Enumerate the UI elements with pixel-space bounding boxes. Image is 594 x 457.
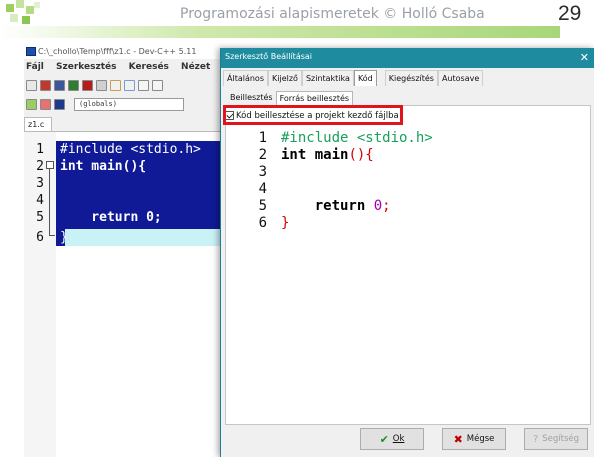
save-icon[interactable] [54, 79, 65, 91]
replace-icon[interactable] [152, 79, 163, 91]
fold-guide [49, 169, 50, 235]
checkmark-icon: ✔ [379, 432, 389, 446]
slide-title: Programozási alapismeretek © Holló Csaba [180, 6, 485, 22]
line-number: 1 [36, 142, 44, 157]
code-line-main: int main(){ [281, 147, 374, 164]
ide-titlebar: C:\_chollo\Temp\fff\z1.c - Dev-C++ 5.11 [24, 44, 224, 59]
redo-icon[interactable] [124, 79, 135, 91]
menu-edit[interactable]: Szerkesztés [56, 62, 116, 72]
line-number: 6 [36, 230, 44, 245]
file-tab-z1c[interactable]: z1.c [24, 117, 52, 131]
ide-menubar: Fájl Szerkesztés Keresés Nézet Pr [24, 60, 224, 75]
insert-icon[interactable] [54, 98, 65, 110]
line-number: 2 [36, 159, 44, 174]
dialog-button-row: ✔ Ok ✖ Mégse ? Segítség [360, 428, 588, 450]
line-number: 3 [36, 176, 44, 191]
ok-button-label: Ok [392, 434, 405, 444]
close-icon[interactable]: ✕ [580, 51, 589, 64]
line-number: 2 [258, 147, 267, 163]
undo-icon[interactable] [110, 79, 121, 91]
close-file-icon[interactable] [82, 79, 93, 91]
tab-syntax[interactable]: Szintaktika [301, 70, 354, 86]
devcpp-app-icon [26, 47, 36, 56]
keyword-return: return [314, 198, 366, 214]
new-class-icon[interactable] [26, 98, 37, 110]
ok-button[interactable]: ✔ Ok [360, 428, 424, 450]
code-line: int main(){ [60, 159, 147, 174]
ide-window: C:\_chollo\Temp\fff\z1.c - Dev-C++ 5.11 … [24, 44, 224, 457]
editor-options-dialog: Szerkesztő Beállításai ✕ Általános Kijel… [220, 48, 594, 457]
find-icon[interactable] [138, 79, 149, 91]
tab-autosave[interactable]: Autosave [437, 70, 484, 86]
help-button-label: Segítség [542, 434, 580, 444]
cancel-button[interactable]: ✖ Mégse [442, 428, 506, 450]
fold-guide-end [49, 235, 55, 236]
cancel-button-label: Mégse [466, 434, 495, 444]
slide-header: Programozási alapismeretek © Holló Csaba… [0, 0, 594, 40]
page-number: 29 [558, 2, 582, 25]
subtab-insert[interactable]: Beillesztés [227, 91, 276, 105]
ide-window-title: C:\_chollo\Temp\fff\z1.c - Dev-C++ 5.11 [38, 47, 197, 56]
header-rule [0, 26, 560, 38]
line-number: 5 [258, 198, 267, 214]
code-line: #include <stdio.h> [60, 142, 201, 157]
code-line-include: #include <stdio.h> [281, 130, 433, 146]
fold-toggle-icon[interactable] [46, 161, 54, 169]
brace-open: (){ [348, 147, 374, 163]
line-number: 4 [258, 181, 267, 197]
dialog-subtabs: Beillesztés Forrás beillesztés [227, 91, 354, 105]
line-number: 3 [258, 164, 267, 180]
help-button[interactable]: ? Segítség [524, 428, 588, 450]
function-name: main [306, 147, 349, 163]
dialog-title: Szerkesztő Beállításai [225, 52, 313, 61]
current-line-highlight [56, 229, 224, 246]
code-line-return: return 0; [281, 198, 391, 215]
open-file-icon[interactable] [40, 79, 51, 91]
tab-general[interactable]: Általános [223, 70, 268, 86]
semicolon: ; [382, 198, 391, 214]
ide-toolbar [24, 77, 224, 93]
tab-display[interactable]: Kijelző [268, 70, 302, 86]
return-value: 0 [373, 198, 383, 214]
ide-code-editor[interactable]: 1 2 3 4 5 6 #include <stdio.h> int main(… [24, 131, 224, 457]
menu-view[interactable]: Nézet [181, 62, 210, 72]
dialog-titlebar: Szerkesztő Beállításai ✕ [221, 48, 594, 68]
line-number: 5 [36, 210, 44, 225]
subtab-default-code[interactable]: Forrás beillesztés [275, 91, 354, 105]
menu-file[interactable]: Fájl [26, 62, 44, 72]
code-line-close-brace: } [281, 215, 290, 231]
print-icon[interactable] [96, 79, 107, 91]
line-number: 4 [36, 193, 44, 208]
line-number: 1 [258, 130, 267, 146]
scope-dropdown[interactable]: (globals) [74, 97, 184, 111]
new-file-icon[interactable] [26, 79, 37, 91]
tab-completion[interactable]: Kiegészítés [384, 70, 438, 86]
cross-icon: ✖ [453, 432, 463, 446]
code-line: } [60, 230, 68, 245]
code-line: return 0; [60, 210, 162, 225]
menu-search[interactable]: Keresés [129, 62, 169, 72]
dialog-tabs: Általános Kijelző Szintaktika Kód Kiegés… [223, 70, 484, 86]
delete-class-icon[interactable] [40, 98, 51, 110]
save-all-icon[interactable] [68, 79, 79, 91]
keyword-int: int [281, 147, 307, 163]
line-number: 6 [258, 215, 267, 231]
tab-code[interactable]: Kód [353, 70, 377, 86]
annotation-highlight-box [223, 105, 403, 125]
help-icon: ? [532, 433, 539, 445]
default-code-editor[interactable]: 1 2 3 4 5 6 #include <stdio.h> int main(… [245, 128, 575, 416]
ide-toolbar-secondary: (globals) [24, 96, 224, 112]
